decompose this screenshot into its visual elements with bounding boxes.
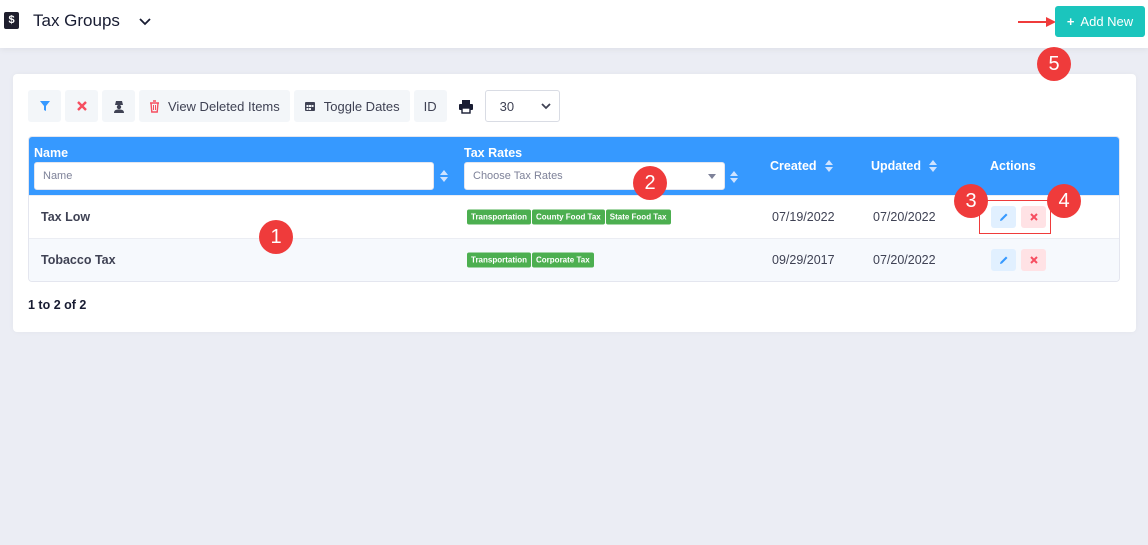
sort-icon[interactable] — [929, 160, 937, 172]
toolbar: View Deleted Items Toggle Dates ID 30 — [28, 90, 560, 122]
toggle-dates-button[interactable]: Toggle Dates — [293, 90, 410, 122]
close-icon — [1029, 256, 1038, 264]
view-deleted-button[interactable]: View Deleted Items — [139, 90, 290, 122]
sort-icon[interactable] — [440, 170, 448, 182]
column-header-updated[interactable]: Updated — [871, 159, 921, 173]
print-button[interactable] — [451, 90, 481, 122]
tax-rate-badge: Corporate Tax — [532, 252, 594, 268]
tax-rate-badge: Transportation — [467, 209, 532, 225]
sort-icon[interactable] — [730, 171, 738, 183]
row-created-date: 09/29/2017 — [772, 253, 835, 267]
user-secret-button[interactable] — [102, 90, 135, 122]
top-header: $ Tax Groups + Add New — [0, 0, 1148, 48]
column-header-tax-rates: Tax Rates — [464, 146, 523, 160]
name-filter-input[interactable]: Name — [34, 162, 434, 190]
user-secret-icon — [113, 100, 124, 113]
chevron-down-icon — [541, 103, 551, 110]
column-header-name: Name — [34, 146, 69, 160]
add-new-label: Add New — [1080, 14, 1134, 29]
pagination-summary: 1 to 2 of 2 — [28, 298, 87, 312]
calendar-icon — [304, 102, 315, 111]
tax-rate-badge: County Food Tax — [532, 209, 605, 225]
tax-rates-filter-select[interactable]: Choose Tax Rates — [464, 162, 725, 190]
row-updated-date: 07/20/2022 — [873, 210, 936, 224]
dollar-icon: $ — [4, 12, 19, 29]
id-toggle-button[interactable]: ID — [413, 90, 447, 122]
caret-down-icon — [708, 173, 716, 179]
close-icon — [76, 101, 87, 111]
annotation-marker-3: 3 — [954, 184, 988, 218]
row-name: Tax Low — [41, 210, 91, 224]
annotation-marker-2: 2 — [633, 166, 667, 200]
page-size-value: 30 — [499, 98, 515, 114]
filter-icon — [39, 101, 50, 111]
arrow-right-icon — [1018, 17, 1056, 27]
view-deleted-label: View Deleted Items — [168, 98, 280, 114]
tax-rate-badges: Transportation County Food Tax State Foo… — [467, 209, 671, 225]
tax-rates-filter-placeholder: Choose Tax Rates — [473, 170, 563, 182]
add-new-button[interactable]: + Add New — [1055, 6, 1145, 37]
tax-rate-badge: Transportation — [467, 252, 532, 268]
row-created-date: 07/19/2022 — [772, 210, 835, 224]
annotation-marker-5: 5 — [1037, 47, 1071, 81]
chevron-down-icon[interactable] — [138, 14, 152, 28]
pencil-icon — [999, 256, 1007, 264]
row-name: Tobacco Tax — [41, 253, 116, 267]
column-header-created[interactable]: Created — [770, 159, 817, 173]
toggle-dates-label: Toggle Dates — [323, 98, 400, 114]
print-icon — [458, 99, 473, 114]
tax-rate-badges: Transportation Corporate Tax — [467, 252, 594, 268]
tax-rate-badge: State Food Tax — [605, 209, 671, 225]
table-header: Name Name Tax Rates Choose Tax Rates Cre… — [29, 137, 1119, 195]
table-row: Tobacco Tax Transportation Corporate Tax… — [29, 238, 1119, 281]
column-header-actions: Actions — [990, 159, 1036, 173]
row-updated-date: 07/20/2022 — [873, 253, 936, 267]
filter-button[interactable] — [28, 90, 61, 122]
page-title[interactable]: Tax Groups — [33, 11, 120, 31]
clear-filters-button[interactable] — [65, 90, 98, 122]
plus-icon: + — [1066, 14, 1075, 29]
sort-icon[interactable] — [825, 160, 833, 172]
name-filter-placeholder: Name — [43, 170, 73, 182]
actions-highlight-outline — [979, 200, 1051, 234]
annotation-marker-1: 1 — [259, 220, 293, 254]
trash-icon — [150, 99, 159, 113]
delete-button[interactable] — [1021, 249, 1046, 271]
page-size-select[interactable]: 30 — [484, 90, 560, 122]
edit-button[interactable] — [991, 249, 1016, 271]
annotation-marker-4: 4 — [1047, 184, 1081, 218]
